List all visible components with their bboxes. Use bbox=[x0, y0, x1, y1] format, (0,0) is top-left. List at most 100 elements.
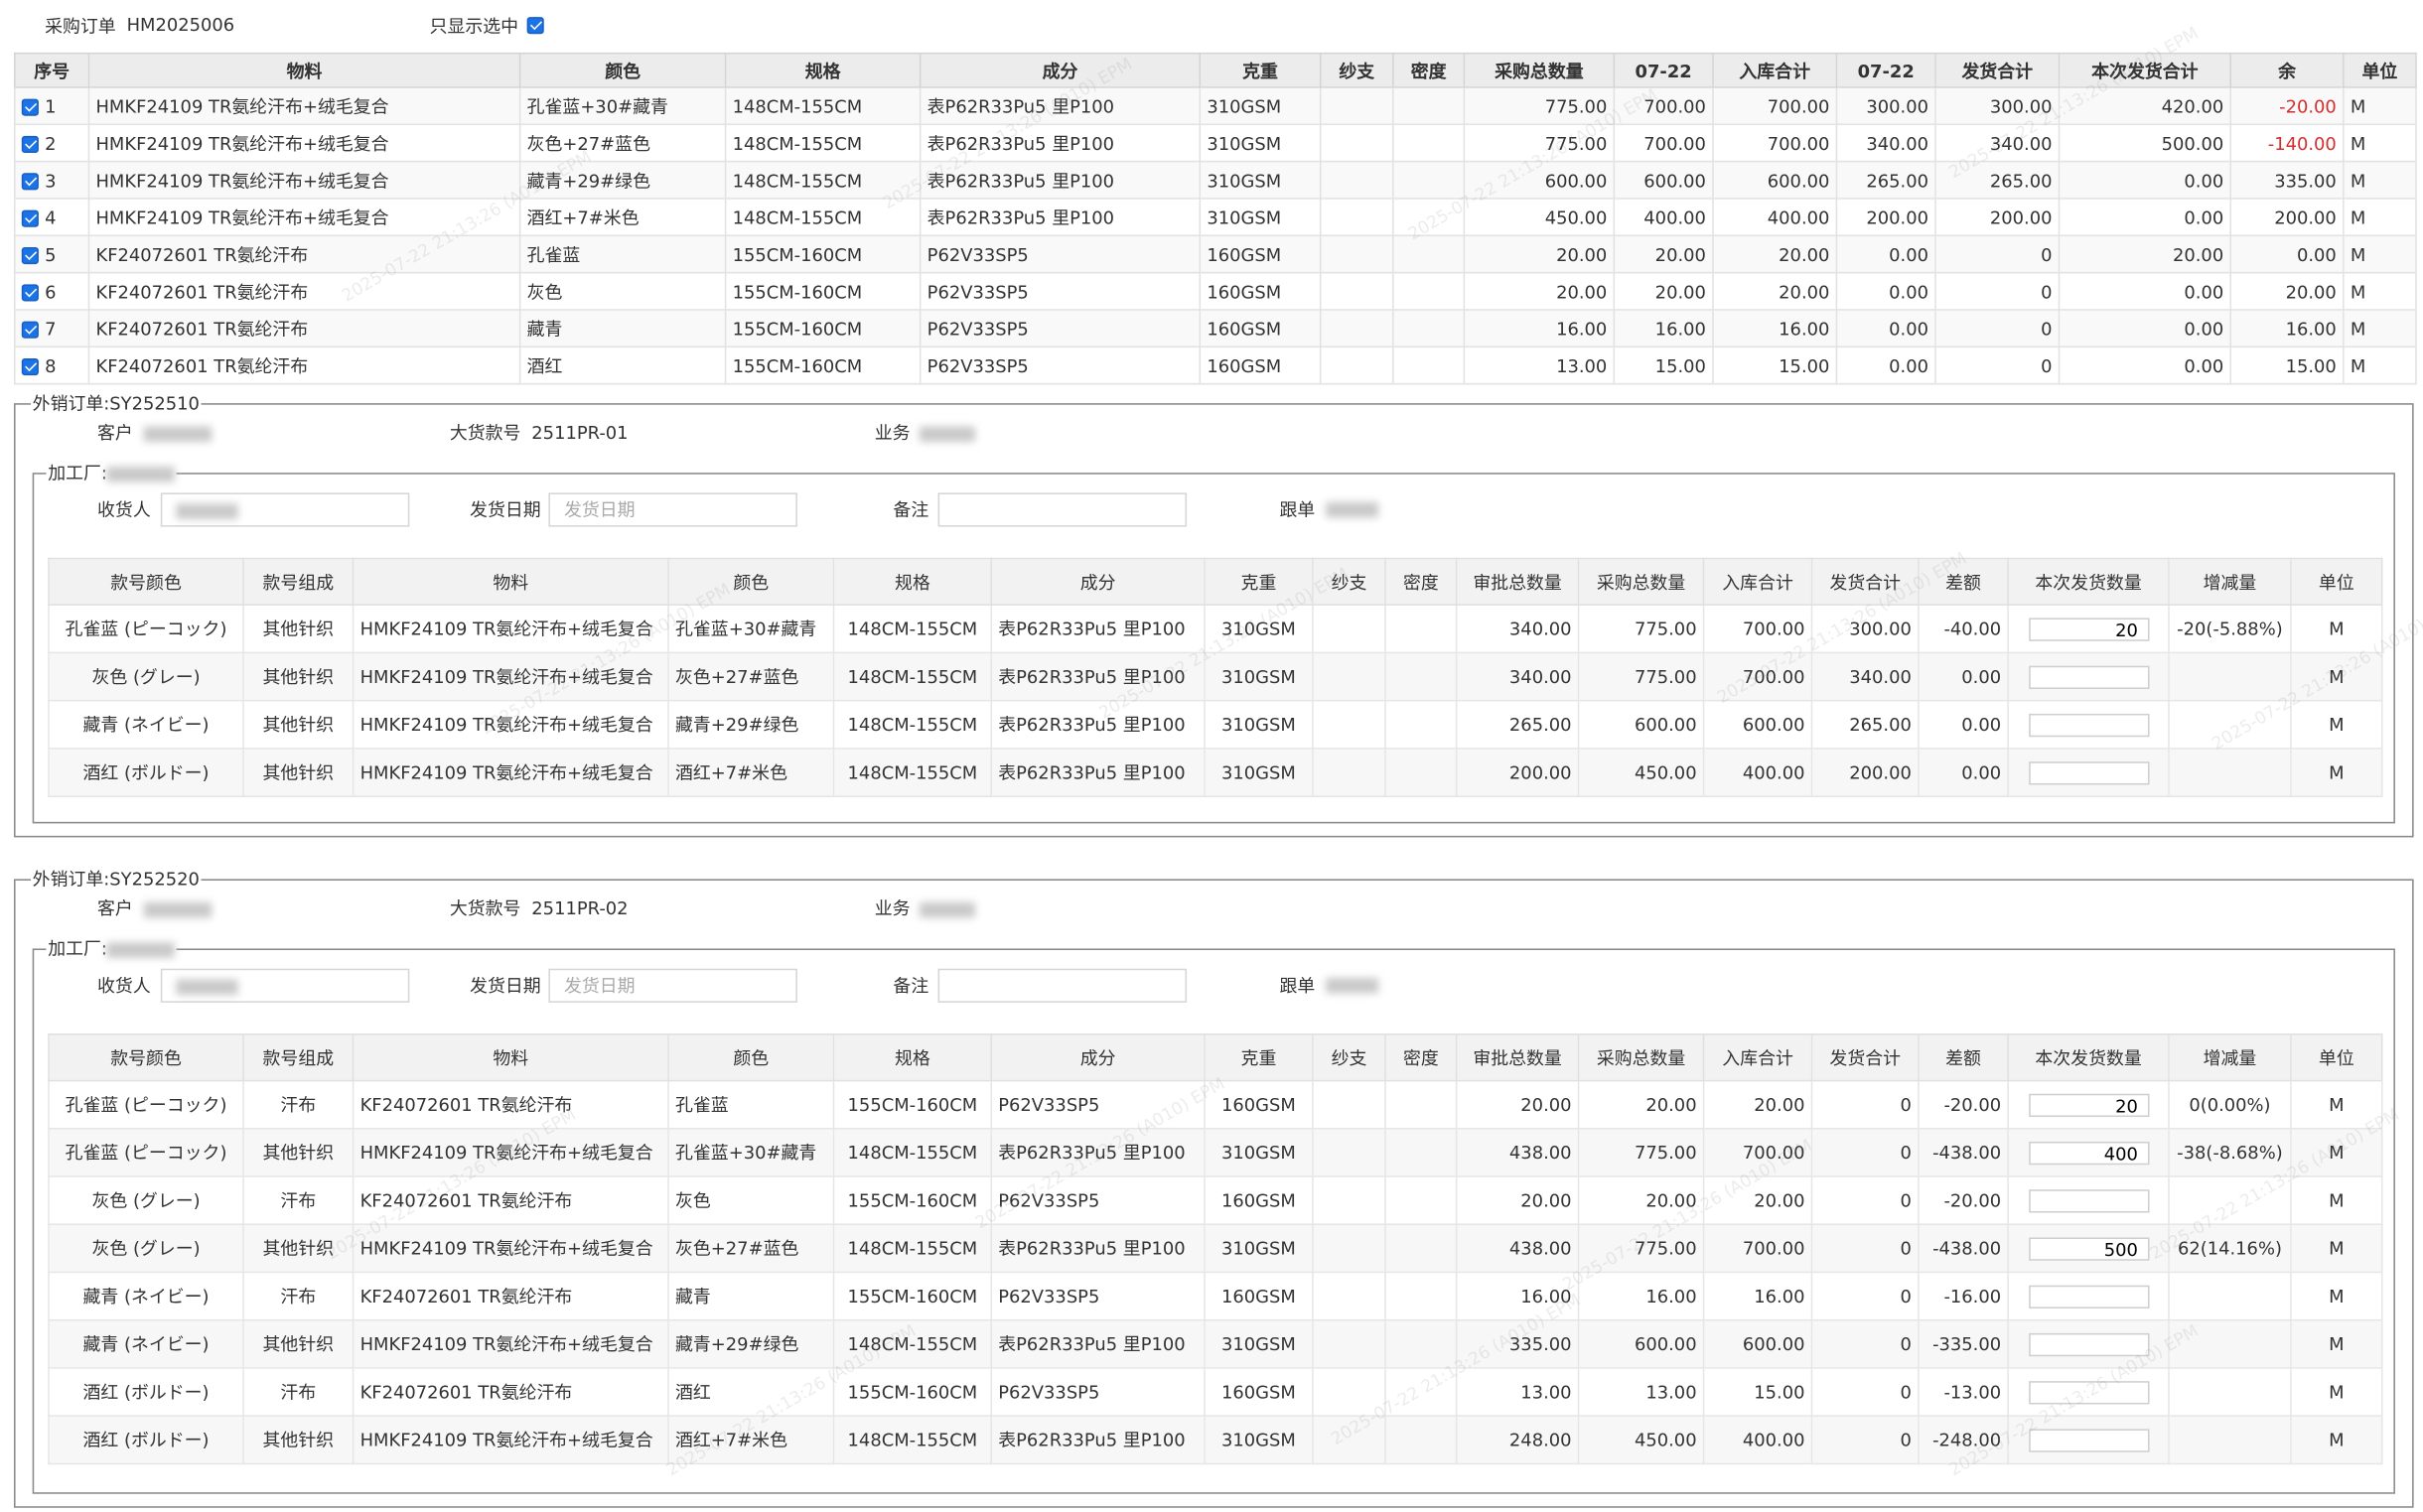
receiver-input[interactable] bbox=[160, 492, 410, 527]
table-row: 酒红 (ボルドー) 汗布 KF24072601 TR氨纶汗布 酒红 155CM-160C… bbox=[48, 1367, 2383, 1417]
cell-weight: 160GSM bbox=[1204, 1367, 1314, 1417]
row-select-checkbox[interactable] bbox=[21, 357, 39, 375]
row-number: 8 bbox=[45, 354, 57, 376]
cell-rest: 335.00 bbox=[2229, 160, 2345, 200]
cell-weight: 310GSM bbox=[1199, 123, 1322, 163]
ship-qty-input[interactable] bbox=[2028, 1284, 2149, 1308]
cell-ship-qty bbox=[2007, 1175, 2170, 1225]
customer-value-redacted bbox=[143, 901, 213, 918]
row-select-checkbox[interactable] bbox=[21, 283, 39, 301]
cell-this_ship: 420.00 bbox=[2058, 86, 2232, 126]
row-select-checkbox[interactable] bbox=[21, 172, 39, 190]
cell-spec: 155CM-160CM bbox=[724, 234, 922, 274]
cell-weight: 160GSM bbox=[1199, 271, 1322, 311]
cell-ship: 300.00 bbox=[1810, 604, 1920, 654]
cell-material: KF24072601 TR氨纶汗布 bbox=[87, 234, 521, 274]
style-no-label: 大货款号 bbox=[449, 897, 521, 919]
cell-unit: M bbox=[2290, 651, 2383, 702]
remark-input[interactable] bbox=[937, 492, 1188, 527]
cell-yarn bbox=[1319, 309, 1394, 348]
receiver-input[interactable] bbox=[160, 968, 410, 1003]
cell-rest: 200.00 bbox=[2229, 198, 2345, 237]
cell-material: KF24072601 TR氨纶汗布 bbox=[87, 309, 521, 348]
cell-unit: M bbox=[2290, 1127, 2383, 1177]
table-header-row: 序号 物料 颜色 规格 成分 克重 纱支 密度 采购总数量 07-22 入库合计 07-22 发货合计本… bbox=[14, 52, 2417, 88]
cell-comp: P62V33SP5 bbox=[919, 309, 1202, 348]
table-row: 3 HMKF24109 TR氨纶汗布+绒毛复合 藏青+29#绿色 148CM-155C… bbox=[14, 160, 2417, 200]
cell-density bbox=[1384, 1127, 1458, 1177]
cell-approve: 340.00 bbox=[1455, 651, 1580, 702]
cell-rest: 15.00 bbox=[2229, 345, 2345, 385]
column-header: 单位 bbox=[2290, 1033, 2383, 1082]
po-label: 采购订单 bbox=[45, 15, 116, 38]
ship-qty-input[interactable] bbox=[2028, 1380, 2149, 1404]
row-select-checkbox[interactable] bbox=[21, 97, 39, 115]
row-select-checkbox[interactable] bbox=[21, 320, 39, 339]
cell-ship: 340.00 bbox=[1810, 651, 1920, 702]
cell-style-color: 孔雀蓝 (ピーコック) bbox=[48, 1127, 244, 1177]
cell-in: 20.00 bbox=[1702, 1079, 1813, 1130]
row-number-cell: 3 bbox=[14, 160, 90, 200]
row-select-checkbox[interactable] bbox=[21, 246, 39, 264]
row-number: 4 bbox=[45, 206, 57, 228]
column-header: 采购总数量 bbox=[1463, 52, 1616, 88]
cell-weight: 310GSM bbox=[1204, 748, 1314, 797]
cell-po: 775.00 bbox=[1577, 651, 1705, 702]
row-select-checkbox[interactable] bbox=[21, 135, 39, 153]
cell-ship: 0 bbox=[1810, 1367, 1920, 1417]
cell-density bbox=[1384, 1079, 1458, 1130]
style-no-label: 大货款号 bbox=[449, 421, 521, 444]
cell-color: 孔雀蓝+30#藏青 bbox=[667, 604, 835, 654]
cell-d2: 340.00 bbox=[1835, 123, 1936, 163]
cell-material: HMKF24109 TR氨纶汗布+绒毛复合 bbox=[87, 198, 521, 237]
ship-qty-input[interactable] bbox=[2028, 713, 2149, 737]
cell-spec: 148CM-155CM bbox=[724, 123, 922, 163]
cell-ship_total: 300.00 bbox=[1934, 86, 2061, 126]
show-selected-checkbox[interactable] bbox=[526, 17, 544, 35]
cell-comp-type: 其他针织 bbox=[242, 699, 355, 750]
cell-style-color: 藏青 (ネイビー) bbox=[48, 699, 244, 750]
remark-input[interactable] bbox=[937, 968, 1188, 1003]
cell-unit: M bbox=[2343, 86, 2417, 126]
business-label: 业务 bbox=[874, 421, 911, 444]
cell-po_qty: 16.00 bbox=[1463, 309, 1616, 348]
ship-qty-input[interactable] bbox=[2028, 1332, 2149, 1356]
column-header: 采购总数量 bbox=[1577, 1033, 1705, 1082]
ship-qty-input[interactable] bbox=[2028, 760, 2149, 784]
receiver-label: 收货人 bbox=[97, 974, 151, 997]
customer-value-redacted bbox=[143, 426, 213, 443]
row-number: 6 bbox=[45, 280, 57, 303]
cell-ship: 0 bbox=[1810, 1271, 1920, 1321]
cell-material: HMKF24109 TR氨纶汗布+绒毛复合 bbox=[352, 1127, 669, 1177]
cell-yarn bbox=[1312, 1223, 1386, 1274]
ship-qty-input[interactable]: 20 bbox=[2028, 617, 2149, 641]
cell-spec: 148CM-155CM bbox=[832, 1127, 993, 1177]
cell-comp-type: 其他针织 bbox=[242, 651, 355, 702]
ship-qty-input[interactable]: 400 bbox=[2028, 1141, 2149, 1165]
cell-comp: P62V33SP5 bbox=[990, 1175, 1206, 1225]
cell-d1: 20.00 bbox=[1613, 271, 1714, 311]
cell-comp: 表P62R33Pu5 里P100 bbox=[990, 1415, 1206, 1465]
cell-unit: M bbox=[2343, 309, 2417, 348]
row-select-checkbox[interactable] bbox=[21, 208, 39, 226]
cell-unit: M bbox=[2343, 345, 2417, 385]
cell-approve: 265.00 bbox=[1455, 699, 1580, 750]
factory-name-redacted bbox=[106, 941, 176, 958]
column-header: 物料 bbox=[352, 1033, 669, 1082]
ship-qty-input[interactable] bbox=[2028, 1188, 2149, 1212]
cell-density bbox=[1392, 345, 1466, 385]
ship-qty-input[interactable]: 500 bbox=[2028, 1236, 2149, 1260]
cell-this_ship: 0.00 bbox=[2058, 271, 2232, 311]
ship-qty-input[interactable]: 20 bbox=[2028, 1092, 2149, 1117]
ship-date-input[interactable]: 发货日期 bbox=[548, 492, 797, 527]
cell-weight: 160GSM bbox=[1199, 234, 1322, 274]
cell-comp-type: 其他针织 bbox=[242, 1318, 355, 1369]
cell-color: 藏青+29#绿色 bbox=[518, 160, 727, 200]
ship-date-input[interactable]: 发货日期 bbox=[548, 968, 797, 1003]
ship-qty-input[interactable] bbox=[2028, 1428, 2149, 1451]
ship-qty-input[interactable] bbox=[2028, 664, 2149, 689]
cell-ship-qty bbox=[2007, 1415, 2170, 1465]
cell-comp: 表P62R33Pu5 里P100 bbox=[990, 1223, 1206, 1274]
cell-unit: M bbox=[2290, 604, 2383, 654]
cell-in_total: 20.00 bbox=[1712, 271, 1838, 311]
